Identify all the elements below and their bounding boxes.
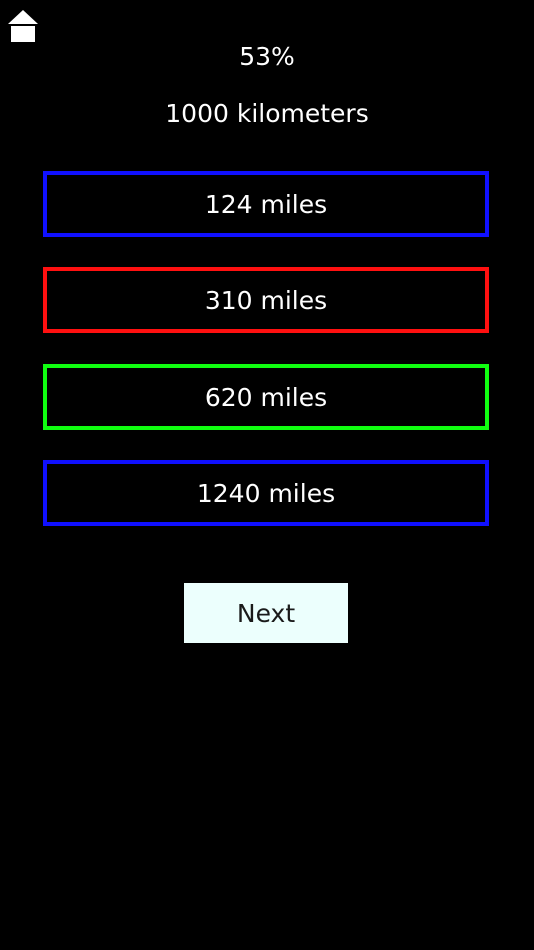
next-button[interactable]: Next [184,583,348,643]
answer-option-1[interactable]: 124 miles [43,171,489,237]
home-icon [8,10,38,42]
answer-option-3[interactable]: 620 miles [43,364,489,430]
home-button[interactable] [7,9,39,43]
question-text: 1000 kilometers [165,99,369,128]
answer-option-label: 124 miles [204,189,328,219]
answer-option-2[interactable]: 310 miles [43,267,489,333]
answer-option-4[interactable]: 1240 miles [43,460,489,526]
progress-percentage: 53% [239,42,295,71]
answer-option-label: 310 miles [204,285,328,315]
answer-option-label: 1240 miles [196,478,336,508]
answer-option-label: 620 miles [204,382,328,412]
